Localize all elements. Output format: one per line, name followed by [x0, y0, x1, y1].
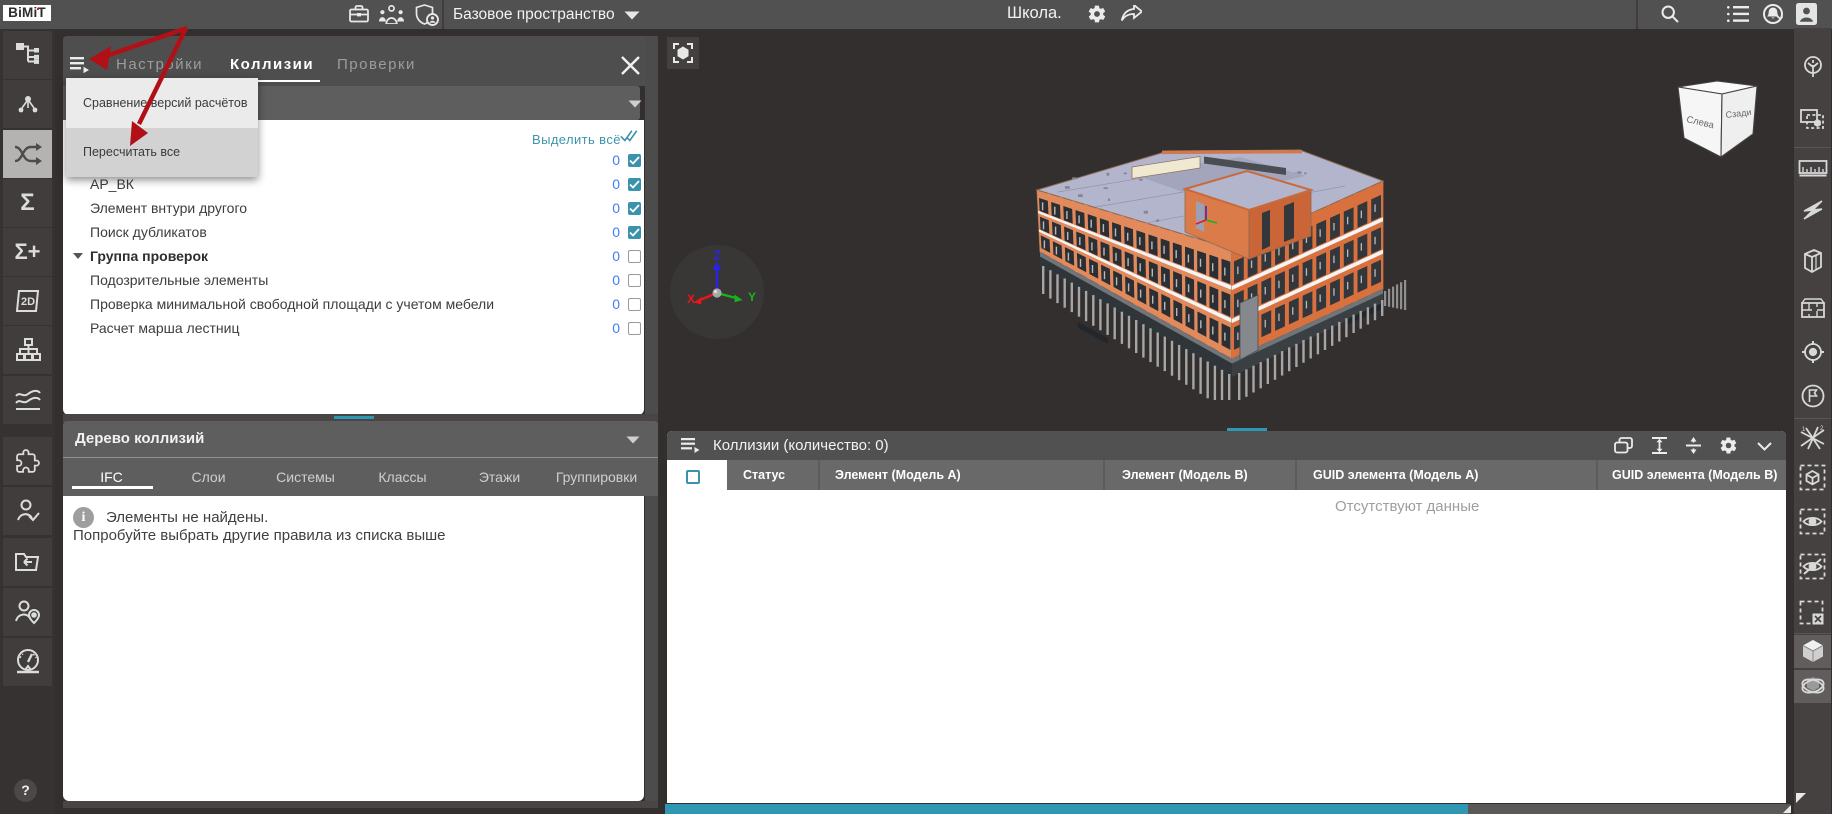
svg-text:X: X [687, 292, 695, 306]
svg-text:Z: Z [714, 248, 721, 262]
svg-text:Y: Y [748, 290, 756, 304]
svg-text:1: 1 [1802, 427, 1806, 433]
svg-text:2D: 2D [21, 296, 35, 308]
